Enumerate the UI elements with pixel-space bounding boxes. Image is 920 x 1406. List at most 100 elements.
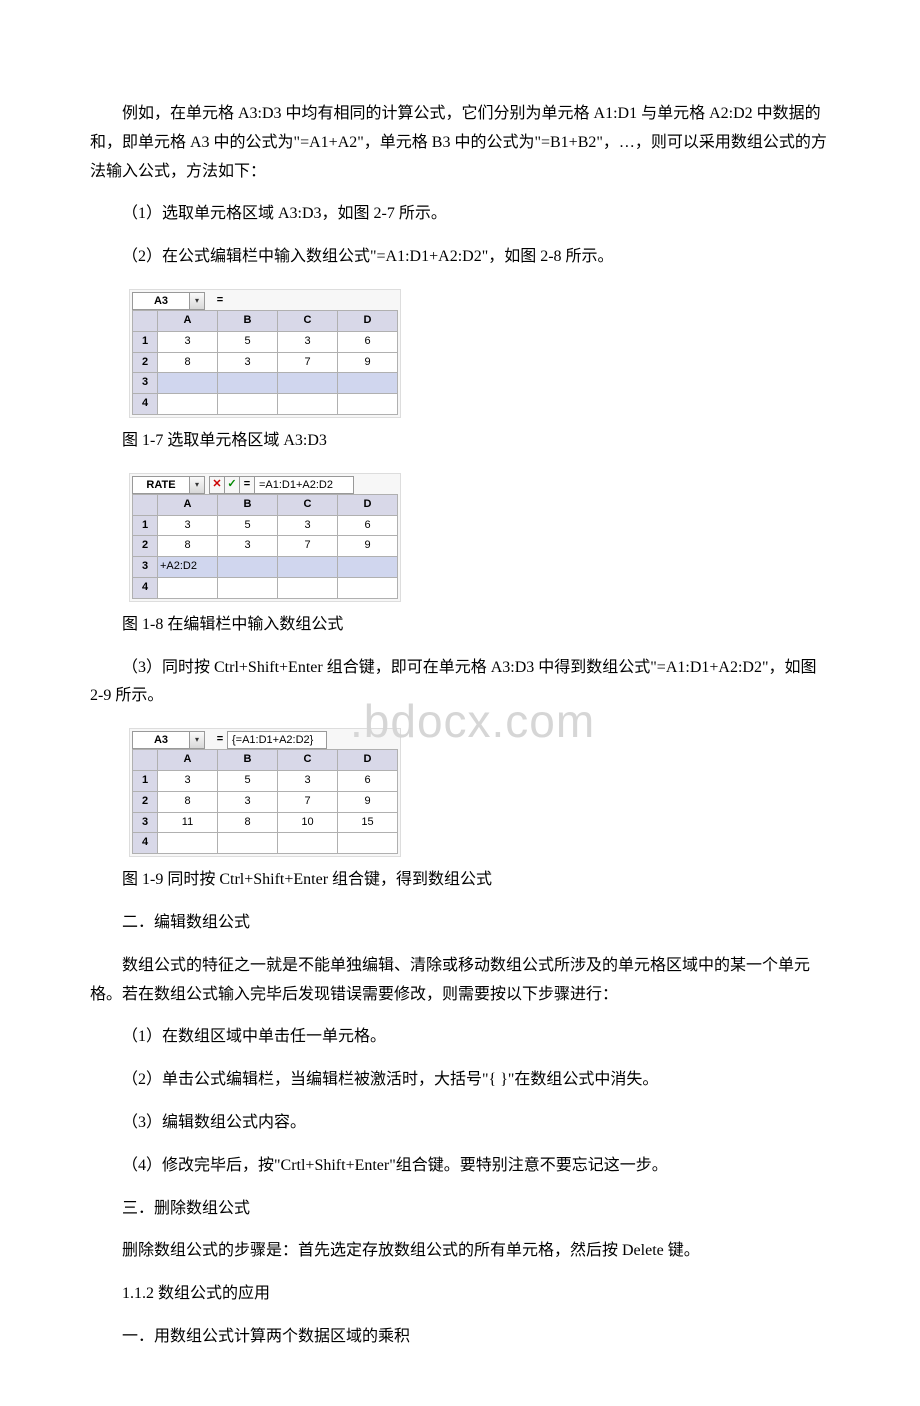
cell-result: 10 — [278, 812, 338, 833]
namebox-dropdown-icon — [190, 292, 205, 310]
col-header: A — [158, 750, 218, 771]
equals-icon: = — [213, 293, 227, 309]
cell: 6 — [338, 515, 398, 536]
figure-1-7-caption: 图 1-7 选取单元格区域 A3:D3 — [90, 427, 830, 456]
row-header: 2 — [133, 352, 158, 373]
cell: 9 — [338, 536, 398, 557]
cell — [218, 394, 278, 415]
cell: 3 — [218, 791, 278, 812]
section-2-step-3: （3）编辑数组公式内容。 — [90, 1109, 830, 1138]
section-2-step-2: （2）单击公式编辑栏，当编辑栏被激活时，大括号"{ }"在数组公式中消失。 — [90, 1066, 830, 1095]
row-header: 4 — [133, 577, 158, 598]
equals-icon: = — [240, 476, 255, 494]
step-1: （1）选取单元格区域 A3:D3，如图 2-7 所示。 — [90, 200, 830, 229]
row-header: 4 — [133, 394, 158, 415]
cell: 8 — [158, 791, 218, 812]
equals-icon: = — [213, 732, 227, 748]
cell — [218, 577, 278, 598]
document-page: 例如，在单元格 A3:D3 中均有相同的计算公式，它们分别为单元格 A1:D1 … — [0, 0, 920, 1406]
cell-selected — [278, 373, 338, 394]
section-2-step-1: （1）在数组区域中单击任一单元格。 — [90, 1023, 830, 1052]
section-2-step-4: （4）修改完毕后，按"Crtl+Shift+Enter"组合键。要特别注意不要忘… — [90, 1152, 830, 1181]
cell: 6 — [338, 770, 398, 791]
cell — [158, 577, 218, 598]
step-2: （2）在公式编辑栏中输入数组公式"=A1:D1+A2:D2"，如图 2-8 所示… — [90, 243, 830, 272]
spreadsheet-grid: A B C D 1 3 5 3 6 2 8 3 7 9 — [132, 749, 398, 854]
cell-result: 15 — [338, 812, 398, 833]
col-header: B — [218, 494, 278, 515]
heading-1-1-2-sub1: 一．用数组公式计算两个数据区域的乘积 — [90, 1323, 830, 1352]
cell: 7 — [278, 536, 338, 557]
cell: 7 — [278, 791, 338, 812]
col-header: B — [218, 310, 278, 331]
namebox: A3 — [132, 292, 190, 310]
col-header: C — [278, 310, 338, 331]
cell-selected — [278, 557, 338, 578]
cell: 5 — [218, 331, 278, 352]
col-header: A — [158, 494, 218, 515]
cell-selected: +A2:D2 — [158, 557, 218, 578]
enter-icon: ✓ — [225, 476, 240, 494]
row-header: 4 — [133, 833, 158, 854]
col-header: A — [158, 310, 218, 331]
cell — [278, 394, 338, 415]
cell-selected — [338, 373, 398, 394]
cell — [278, 577, 338, 598]
col-header: D — [338, 310, 398, 331]
figure-1-7: A3 = A B C D 1 3 5 3 6 — [130, 286, 830, 417]
cell: 8 — [158, 352, 218, 373]
formula-bar: =A1:D1+A2:D2 — [255, 476, 354, 494]
cell-result: 11 — [158, 812, 218, 833]
cell: 3 — [158, 331, 218, 352]
step-3: （3）同时按 Ctrl+Shift+Enter 组合键，即可在单元格 A3:D3… — [90, 654, 830, 712]
cell — [218, 833, 278, 854]
cell: 9 — [338, 791, 398, 812]
spreadsheet-grid: A B C D 1 3 5 3 6 2 8 3 7 9 — [132, 310, 398, 415]
cell — [278, 833, 338, 854]
cell-selected — [218, 557, 278, 578]
cell — [338, 577, 398, 598]
col-header: D — [338, 750, 398, 771]
cell-selected — [218, 373, 278, 394]
section-3-body: 删除数组公式的步骤是：首先选定存放数组公式的所有单元格，然后按 Delete 键… — [90, 1237, 830, 1266]
section-2-body: 数组公式的特征之一就是不能单独编辑、清除或移动数组公式所涉及的单元格区域中的某一… — [90, 952, 830, 1010]
cell: 5 — [218, 770, 278, 791]
cell: 8 — [158, 536, 218, 557]
figure-1-9-caption: 图 1-9 同时按 Ctrl+Shift+Enter 组合键，得到数组公式 — [90, 866, 830, 895]
namebox-dropdown-icon — [190, 476, 205, 494]
col-header: C — [278, 494, 338, 515]
cell: 3 — [278, 770, 338, 791]
heading-1-1-2: 1.1.2 数组公式的应用 — [90, 1280, 830, 1309]
cell: 9 — [338, 352, 398, 373]
cell-result: 8 — [218, 812, 278, 833]
section-2-title: 二．编辑数组公式 — [90, 909, 830, 938]
row-header: 1 — [133, 515, 158, 536]
spreadsheet-grid: A B C D 1 3 5 3 6 2 8 3 7 9 — [132, 494, 398, 599]
figure-1-9: A3 = {=A1:D1+A2:D2} A B C D 1 3 5 3 — [130, 725, 830, 856]
cell-selected — [158, 373, 218, 394]
cancel-icon: ✕ — [209, 476, 225, 494]
cell: 3 — [158, 770, 218, 791]
cell: 6 — [338, 331, 398, 352]
paragraph-intro: 例如，在单元格 A3:D3 中均有相同的计算公式，它们分别为单元格 A1:D1 … — [90, 100, 830, 186]
row-header: 3 — [133, 373, 158, 394]
row-header: 2 — [133, 536, 158, 557]
namebox: RATE — [132, 476, 190, 494]
cell: 3 — [218, 352, 278, 373]
cell: 3 — [218, 536, 278, 557]
formula-bar: {=A1:D1+A2:D2} — [227, 731, 327, 749]
col-header: B — [218, 750, 278, 771]
cell — [338, 833, 398, 854]
cell — [338, 394, 398, 415]
cell — [158, 833, 218, 854]
figure-1-8: RATE ✕ ✓ = =A1:D1+A2:D2 A B C D 1 — [130, 470, 830, 601]
row-header: 3 — [133, 812, 158, 833]
cell: 3 — [158, 515, 218, 536]
namebox: A3 — [132, 731, 190, 749]
row-header: 2 — [133, 791, 158, 812]
row-header: 1 — [133, 331, 158, 352]
cell — [158, 394, 218, 415]
figure-1-8-caption: 图 1-8 在编辑栏中输入数组公式 — [90, 611, 830, 640]
col-header: D — [338, 494, 398, 515]
cell: 3 — [278, 331, 338, 352]
